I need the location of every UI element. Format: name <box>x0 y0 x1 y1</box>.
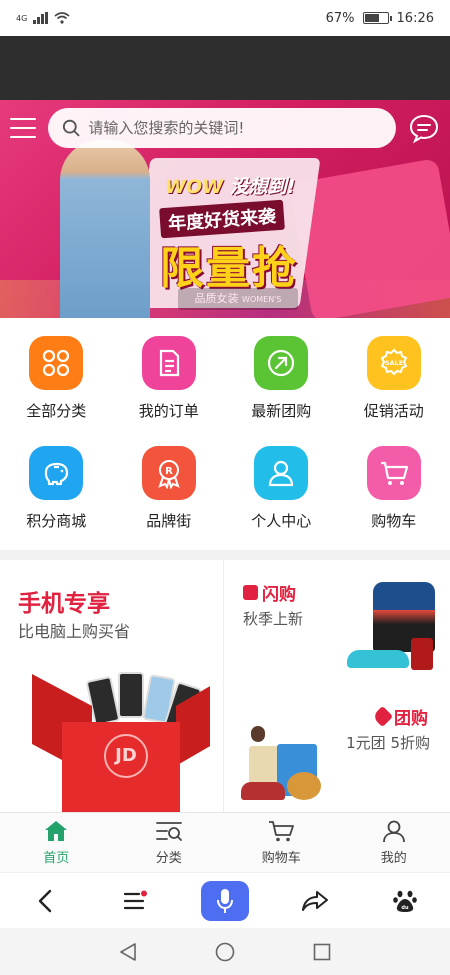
category-grid: 全部分类 我的订单 最新团购 SALE 促销活动 积分商城 R 品牌街 个人中心 <box>0 318 450 550</box>
lightning-icon <box>243 585 258 600</box>
cart-icon <box>269 821 295 842</box>
mooncake-image <box>287 772 321 800</box>
tab-label: 购物车 <box>261 851 301 866</box>
category-all[interactable]: 全部分类 <box>0 336 113 446</box>
group-buy-desc: 1元团 5折购 <box>346 734 430 752</box>
category-label: 品牌街 <box>146 512 192 530</box>
order-icon <box>159 349 179 377</box>
sale-tag-icon: SALE <box>380 348 408 376</box>
voice-search-button[interactable] <box>180 880 270 921</box>
message-icon[interactable] <box>408 112 440 144</box>
category-label: 促销活动 <box>363 402 424 420</box>
jd-logo: JD <box>104 734 148 778</box>
svg-text:SALE: SALE <box>385 359 403 367</box>
tab-cart[interactable]: 购物车 <box>225 813 338 872</box>
tab-label: 首页 <box>43 851 70 866</box>
promo-right-column: 闪购 秋季上新 团购 1元团 5折购 <box>225 560 450 812</box>
flash-sale-desc: 秋季上新 <box>243 610 304 628</box>
tab-category[interactable]: 分类 <box>113 813 226 872</box>
hamburger-menu-icon[interactable] <box>10 118 36 138</box>
back-button[interactable] <box>0 889 90 913</box>
section-divider <box>0 550 450 560</box>
search-box[interactable] <box>48 108 396 148</box>
share-button[interactable] <box>270 889 360 913</box>
flash-sale-title: 闪购 <box>243 580 296 605</box>
grid-icon <box>43 349 70 377</box>
group-buy-title: 团购 <box>371 704 428 729</box>
menu-icon <box>123 890 147 909</box>
mobile-exclusive-title: 手机专享 <box>18 591 110 617</box>
mobile-exclusive-card[interactable]: 手机专享 比电脑上购买省 JD <box>0 560 224 812</box>
category-search-icon <box>155 822 182 841</box>
banner-headline: 限量抢 <box>160 243 298 294</box>
baidu-paw-icon: du <box>393 890 417 912</box>
cart-icon <box>380 461 408 485</box>
shoe-image <box>347 650 409 668</box>
category-label: 最新团购 <box>251 402 312 420</box>
category-label: 积分商城 <box>26 512 87 530</box>
svg-text:R: R <box>165 466 173 477</box>
battery-percent: 67% <box>325 10 355 26</box>
banner-brand: 品质女装 WOMEN'S CLOTHES <box>178 288 298 310</box>
share-arrow-icon <box>302 890 328 911</box>
category-label: 全部分类 <box>26 402 87 420</box>
wifi-icon <box>54 12 70 24</box>
browser-top-strip <box>0 36 450 100</box>
nav-home-icon[interactable] <box>214 941 236 963</box>
tag-icon <box>371 705 394 728</box>
tab-mine[interactable]: 我的 <box>338 813 450 872</box>
tab-home[interactable]: 首页 <box>0 813 113 872</box>
brand-badge-icon: R <box>158 460 180 489</box>
browser-toolbar: du <box>0 872 450 928</box>
category-label: 我的订单 <box>138 402 199 420</box>
flash-sale-card[interactable]: 闪购 秋季上新 <box>225 560 450 686</box>
back-arrow-icon <box>38 889 52 912</box>
phone-image <box>118 672 144 718</box>
search-input[interactable] <box>88 119 382 137</box>
earphones-image <box>251 726 265 742</box>
baidu-button[interactable]: du <box>360 888 450 914</box>
search-icon <box>62 119 80 137</box>
status-bar: 4G 67% 16:26 <box>0 0 450 36</box>
category-orders[interactable]: 我的订单 <box>113 336 226 446</box>
promo-section: 手机专享 比电脑上购买省 JD 闪购 秋季上新 团购 1元团 5折购 <box>0 560 450 812</box>
category-group-buy[interactable]: 最新团购 <box>225 336 338 446</box>
nav-back-icon[interactable] <box>117 941 139 963</box>
cosmetics-image <box>411 638 433 670</box>
category-label: 个人中心 <box>251 512 312 530</box>
clock: 16:26 <box>396 10 434 26</box>
home-icon <box>45 821 68 841</box>
model-image <box>60 140 150 318</box>
microphone-icon <box>217 888 233 913</box>
category-personal-center[interactable]: 个人中心 <box>225 446 338 556</box>
signal-icon <box>33 12 49 24</box>
network-label: 4G <box>16 13 28 23</box>
user-icon <box>269 460 294 487</box>
banner-wow: WOW 没想到! <box>165 176 296 198</box>
user-icon <box>382 820 405 843</box>
bottom-tab-bar: 首页 分类 购物车 我的 <box>0 812 450 872</box>
svg-text:du: du <box>401 905 409 911</box>
arrow-up-right-icon <box>268 349 295 377</box>
search-header <box>0 100 450 156</box>
system-nav-bar <box>0 928 450 975</box>
menu-button[interactable] <box>90 890 180 912</box>
category-points-mall[interactable]: 积分商城 <box>0 446 113 556</box>
tab-label: 分类 <box>155 851 182 866</box>
nav-recents-icon[interactable] <box>311 941 333 963</box>
category-brand-street[interactable]: R 品牌街 <box>113 446 226 556</box>
mic-button-bg <box>201 880 249 921</box>
promo-banner[interactable]: WOW 没想到! 年度好货来袭 限量抢 品质女装 WOMEN'S CLOTHES <box>0 100 450 318</box>
sneaker-image <box>241 782 285 800</box>
category-promotions[interactable]: SALE 促销活动 <box>338 336 450 446</box>
battery-icon <box>362 12 392 24</box>
piggy-bank-icon <box>45 462 69 486</box>
mobile-exclusive-subtitle: 比电脑上购买省 <box>18 622 131 641</box>
category-label: 购物车 <box>371 512 417 530</box>
tab-label: 我的 <box>380 851 407 866</box>
category-cart[interactable]: 购物车 <box>338 446 450 556</box>
